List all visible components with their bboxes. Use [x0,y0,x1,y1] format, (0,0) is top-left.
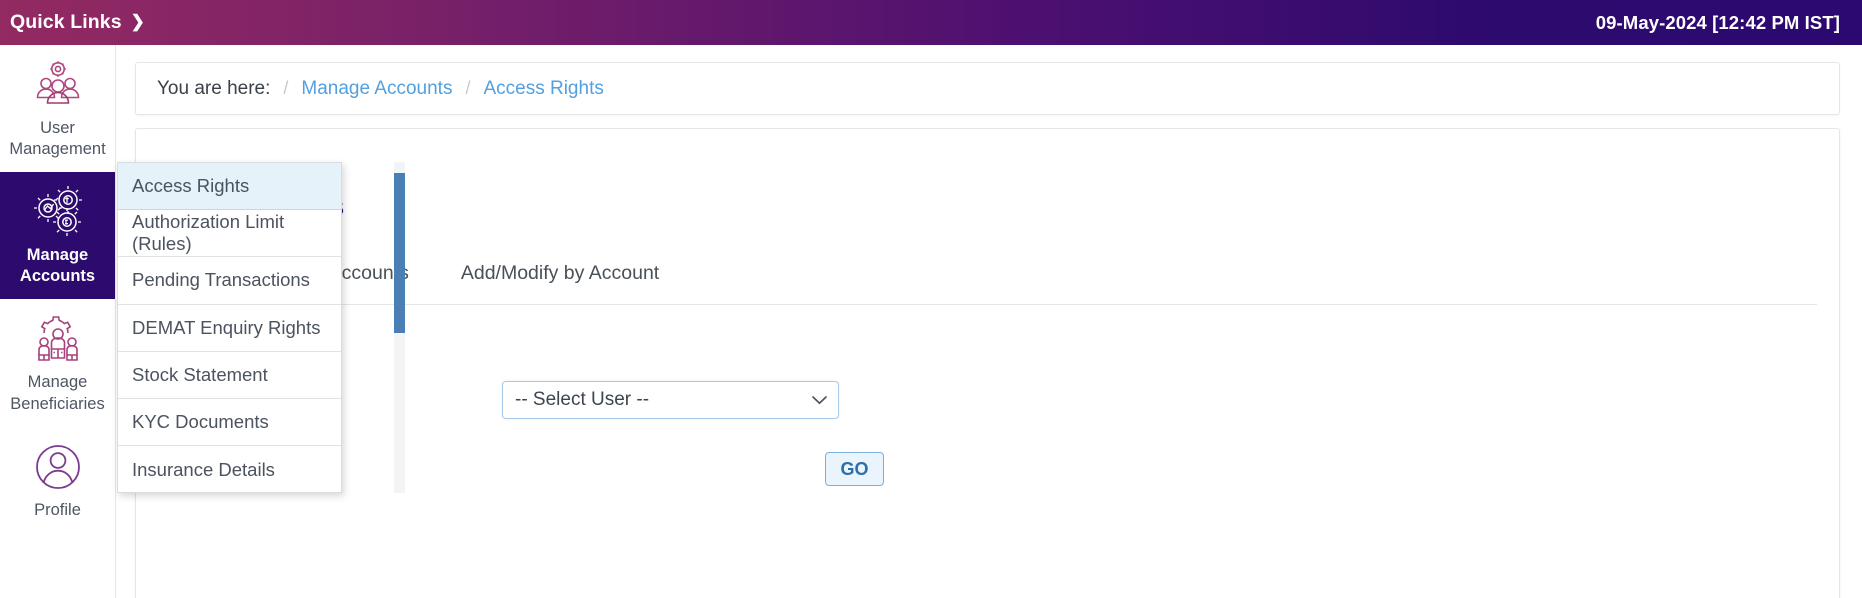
menu-item-kyc-documents[interactable]: KYC Documents [118,398,341,447]
datetime-display: 09-May-2024 [12:42 PM IST] [1595,11,1840,33]
tab-add-modify-by-account[interactable]: Add/Modify by Account [435,258,685,288]
tab-bar: odify View By Accounts Add/Modify by Acc… [157,258,1817,305]
select-user-dropdown[interactable]: -- Select User -- [502,381,839,419]
sidebar-item-label: Manage Accounts [19,246,96,286]
menu-item-stock-statement[interactable]: Stock Statement [118,351,341,399]
breadcrumb-link-access-rights[interactable]: Access Rights [483,78,603,100]
breadcrumb-prefix: You are here: [157,77,271,99]
dropdown-scrollbar-thumb[interactable] [394,173,405,333]
manage-accounts-dropdown-menu: Access Rights Authorization Limit (Rules… [117,162,342,493]
sidebar-item-user-management[interactable]: User Management [0,45,115,172]
go-button[interactable]: GO [825,452,884,486]
profile-avatar-icon [35,444,80,489]
menu-item-access-rights[interactable]: Access Rights [118,163,341,211]
sidebar: User Management Manage Accounts Manage B… [0,45,116,598]
sidebar-item-label: Manage Beneficiaries [10,373,105,413]
breadcrumb-separator: / [283,78,289,98]
quick-links-button[interactable]: Quick Links ❯ [10,11,145,34]
top-bar: Quick Links ❯ 09-May-2024 [12:42 PM IST] [0,0,1862,45]
sidebar-item-manage-beneficiaries[interactable]: Manage Beneficiaries [0,299,115,426]
app-root: Quick Links ❯ 09-May-2024 [12:42 PM IST] [0,0,1862,598]
menu-item-demat-enquiry-rights[interactable]: DEMAT Enquiry Rights [118,304,341,352]
sidebar-item-label: Profile [34,500,81,519]
sidebar-item-profile[interactable]: Profile [0,427,115,533]
beneficiaries-icon [37,316,78,362]
select-user-value: -- Select User -- [515,389,650,410]
chevron-down-icon [812,395,827,404]
sidebar-item-manage-accounts[interactable]: Manage Accounts [0,172,115,300]
breadcrumb-separator: / [465,78,471,98]
content-area: You are here: / Manage Accounts / Access… [116,45,1862,598]
sidebar-item-label: User Management [9,119,106,159]
menu-item-authorization-limit[interactable]: Authorization Limit (Rules) [118,210,341,258]
go-row: GO [157,452,1817,486]
gears-accounts-icon [33,186,82,237]
menu-item-pending-transactions[interactable]: Pending Transactions [118,257,341,305]
menu-item-insurance-details[interactable]: Insurance Details [118,446,341,492]
users-gear-icon [36,61,79,104]
chevron-right-icon: ❯ [130,12,145,31]
select-user-row: -- Select User -- [157,381,1817,419]
quick-links-label: Quick Links [10,11,122,33]
main-panel: Access Rights odify View By Accounts Add… [135,128,1840,598]
breadcrumb: You are here: / Manage Accounts / Access… [135,62,1840,115]
breadcrumb-link-manage-accounts[interactable]: Manage Accounts [301,78,452,100]
